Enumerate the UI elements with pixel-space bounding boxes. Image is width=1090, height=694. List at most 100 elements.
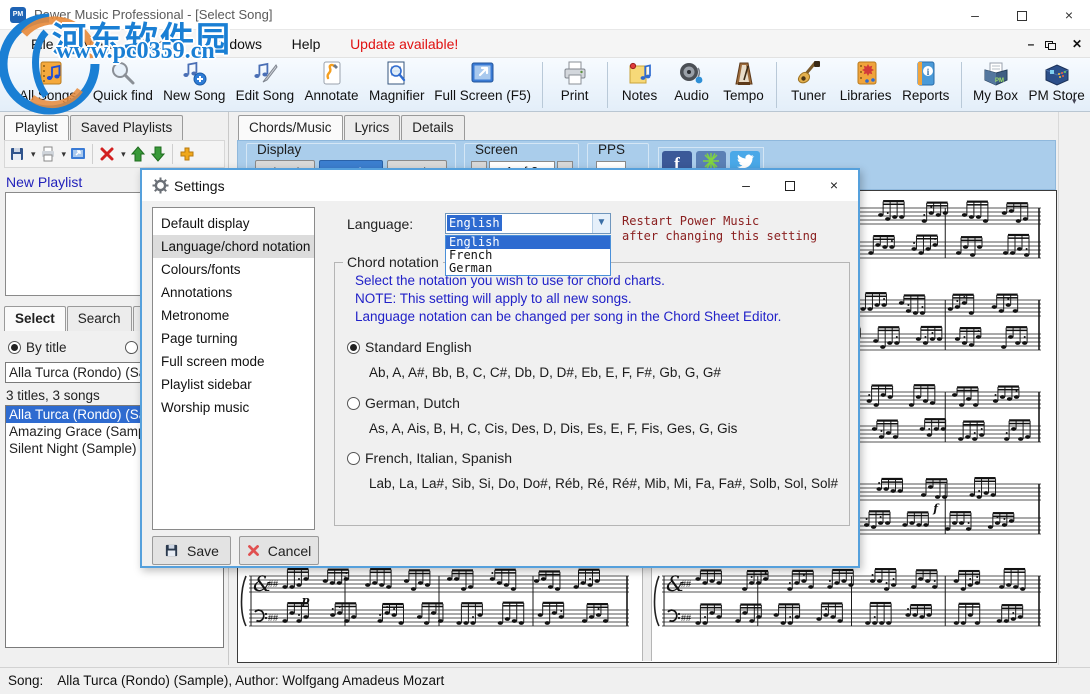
tab-lyrics[interactable]: Lyrics: [344, 115, 401, 140]
window-maximize-button[interactable]: [999, 0, 1045, 30]
combo-dropdown-button[interactable]: ▼: [592, 214, 610, 233]
toolbar-edit-song-button[interactable]: Edit Song: [236, 60, 293, 103]
child-minimize-button[interactable]: –: [1020, 35, 1042, 53]
toolbar-quick-find-button[interactable]: Quick find: [94, 60, 152, 103]
toolbar-notes-button[interactable]: Notes: [620, 60, 660, 103]
child-restore-button[interactable]: [1042, 35, 1064, 53]
notes-french-italian-spanish: Lab, La, La#, Sib, Si, Do, Do#, Réb, Ré,…: [369, 476, 838, 491]
dialog-maximize-button[interactable]: [770, 170, 810, 201]
tempo-icon: [730, 60, 758, 87]
edit-song-icon: [251, 60, 279, 87]
save-button[interactable]: Save: [152, 536, 231, 565]
restore-icon-back: [1048, 43, 1056, 50]
toolbar-all-songs-button[interactable]: All Songs▾: [20, 60, 82, 103]
settings-nav-default-display[interactable]: Default display: [153, 212, 314, 235]
right-margin: [1058, 112, 1090, 665]
main-toolbar: All Songs▾ Quick find New Song Edit Song…: [0, 58, 1090, 112]
language-option-german[interactable]: German: [446, 262, 610, 275]
settings-nav-page-turning[interactable]: Page turning: [153, 327, 314, 350]
tab-details[interactable]: Details: [401, 115, 464, 140]
remove-caret-icon[interactable]: ▾: [121, 149, 126, 160]
notes-icon: [626, 60, 654, 87]
toolbar-libraries-button[interactable]: Libraries: [841, 60, 891, 103]
audio-icon: [678, 60, 706, 87]
new-playlist-link[interactable]: New Playlist: [6, 174, 82, 190]
print-caret-icon[interactable]: ▾: [62, 149, 67, 160]
dialog-close-button[interactable]: ×: [814, 170, 854, 201]
move-up-icon[interactable]: [130, 146, 146, 162]
radio-french-italian-spanish[interactable]: French, Italian, Spanish: [347, 450, 512, 466]
toolbar-label: Tuner: [791, 88, 826, 103]
toolbar-annotate-button[interactable]: Annotate: [305, 60, 357, 103]
remove-song-icon[interactable]: [99, 146, 115, 162]
window-close-button[interactable]: ×: [1046, 0, 1090, 30]
toolbar-overflow-button[interactable]: ▾: [1072, 96, 1077, 107]
cancel-button[interactable]: Cancel: [239, 536, 319, 565]
settings-nav-worship-music[interactable]: Worship music: [153, 396, 314, 419]
tab-saved-playlists[interactable]: Saved Playlists: [70, 115, 184, 140]
language-dropdown-list: English French German: [445, 235, 611, 276]
radio-icon: [8, 341, 21, 354]
tab-select[interactable]: Select: [4, 306, 66, 331]
language-combobox[interactable]: English ▼: [445, 213, 611, 234]
toolbar-label: All Songs▾: [19, 88, 83, 103]
separator: [172, 144, 173, 164]
menu-help[interactable]: Help: [279, 30, 334, 58]
child-close-button[interactable]: ✕: [1066, 35, 1088, 53]
toolbar-tuner-button[interactable]: Tuner: [789, 60, 829, 103]
cancel-label: Cancel: [268, 543, 312, 559]
app-icon: PM: [10, 7, 26, 23]
print-playlist-icon[interactable]: [40, 146, 56, 162]
menu-view[interactable]: View: [70, 30, 126, 58]
title-bar: PM Power Music Professional - [Select So…: [0, 0, 1090, 30]
toolbar-tempo-button[interactable]: Tempo: [724, 60, 764, 103]
svg-text:##: ##: [268, 613, 278, 623]
toolbar-separator: [542, 62, 543, 108]
toolbar-print-button[interactable]: Print: [555, 60, 595, 103]
radio-by-title[interactable]: By title: [8, 340, 67, 355]
dialog-minimize-button[interactable]: –: [726, 170, 766, 201]
save-playlist-icon[interactable]: [9, 146, 25, 162]
svg-text:##: ##: [268, 579, 278, 589]
toolbar-label: Full Screen (F5): [434, 88, 531, 103]
radio-icon: [347, 341, 360, 354]
menu-windows[interactable]: Windows: [192, 30, 275, 58]
menu-tools[interactable]: Tools: [130, 30, 189, 58]
tab-playlist[interactable]: Playlist: [4, 115, 69, 140]
toolbar-magnifier-button[interactable]: Magnifier: [370, 60, 424, 103]
update-available-link[interactable]: Update available!: [337, 30, 471, 58]
radio-standard-english[interactable]: Standard English: [347, 339, 472, 355]
toolbar-audio-button[interactable]: Audio: [672, 60, 712, 103]
separator: [92, 144, 93, 164]
menu-file[interactable]: File: [18, 30, 67, 58]
song-count-text: 3 titles, 3 songs: [6, 388, 100, 403]
libraries-icon: [852, 60, 880, 87]
cancel-x-icon: [247, 544, 260, 557]
settings-nav-colours-fonts[interactable]: Colours/fonts: [153, 258, 314, 281]
toolbar-my-box-button[interactable]: PM My Box: [974, 60, 1018, 103]
toolbar-label: Quick find: [93, 88, 153, 103]
window-minimize-button[interactable]: –: [952, 0, 998, 30]
settings-nav-full-screen-mode[interactable]: Full screen mode: [153, 350, 314, 373]
display-playlist-icon[interactable]: [70, 146, 86, 162]
tab-search[interactable]: Search: [67, 306, 132, 331]
playlist-toolbar: ▾ ▾ ▾: [4, 140, 225, 168]
settings-nav-playlist-sidebar[interactable]: Playlist sidebar: [153, 373, 314, 396]
save-caret-icon[interactable]: ▾: [31, 149, 36, 160]
toolbar-new-song-button[interactable]: New Song: [164, 60, 224, 103]
display-group-label: Display: [255, 142, 303, 157]
radio-german-dutch[interactable]: German, Dutch: [347, 395, 460, 411]
save-label: Save: [187, 543, 219, 559]
toolbar-full-screen-button[interactable]: Full Screen (F5): [436, 60, 530, 103]
settings-dialog-titlebar[interactable]: Settings – ×: [142, 170, 858, 201]
all-songs-icon: [37, 60, 65, 87]
move-down-icon[interactable]: [150, 146, 166, 162]
tab-chords-music[interactable]: Chords/Music: [238, 115, 343, 140]
toolbar-reports-button[interactable]: i Reports: [903, 60, 949, 103]
settings-nav-language-chord-notation[interactable]: Language/chord notation: [153, 235, 314, 258]
settings-dialog-title: Settings: [174, 178, 225, 194]
settings-nav-annotations[interactable]: Annotations: [153, 281, 314, 304]
maximize-icon: [785, 181, 795, 191]
add-song-icon[interactable]: [179, 146, 195, 162]
settings-nav-metronome[interactable]: Metronome: [153, 304, 314, 327]
